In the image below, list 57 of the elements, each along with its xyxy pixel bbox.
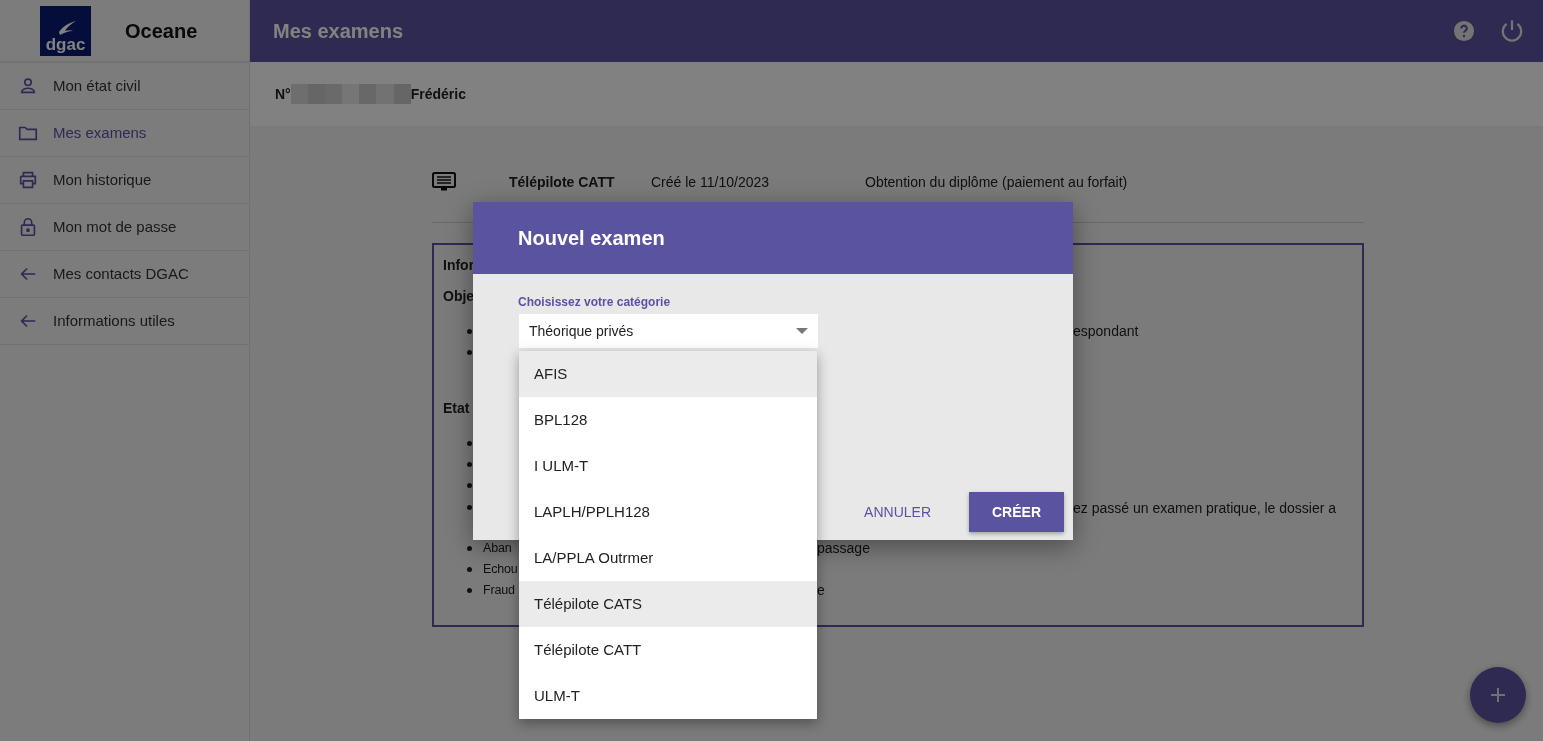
sidebar-item-label: Mon mot de passe bbox=[53, 216, 177, 237]
monitor-icon bbox=[432, 172, 456, 192]
sidebar-item-label: Mon historique bbox=[53, 169, 152, 190]
list-bullet bbox=[467, 588, 472, 593]
sidebar-item-label: Mes examens bbox=[53, 122, 147, 143]
info-text-fragment: Echou bbox=[483, 561, 519, 579]
plus-icon bbox=[1490, 687, 1506, 703]
menu-item[interactable]: AFIS bbox=[519, 351, 817, 397]
list-bullet bbox=[467, 350, 472, 355]
menu-item[interactable]: ULM-T bbox=[519, 673, 817, 719]
menu-item[interactable]: LA/PPLA Outrmer bbox=[519, 535, 817, 581]
menu-item[interactable]: Télépilote CATT bbox=[519, 627, 817, 673]
field-label: Choisissez votre catégorie bbox=[518, 294, 672, 311]
list-bullet bbox=[467, 441, 472, 446]
info-text-fragment: Etat bbox=[443, 399, 470, 418]
info-text-fragment: passage bbox=[817, 539, 870, 558]
cancel-button[interactable]: ANNULER bbox=[858, 500, 937, 524]
sidebar-item[interactable]: Informations utiles bbox=[0, 298, 249, 345]
sidebar-item[interactable]: Mon état civil bbox=[0, 63, 249, 110]
logo-text: dgac bbox=[45, 35, 86, 53]
exam-purpose: Obtention du diplôme (paiement au forfait) bbox=[865, 172, 1128, 192]
sidebar-item-label: Informations utiles bbox=[53, 310, 175, 331]
info-text-fragment: Obje bbox=[443, 287, 475, 306]
info-text-fragment: Fraud bbox=[483, 582, 516, 600]
info-text-fragment: Infor bbox=[443, 256, 475, 275]
list-bullet bbox=[467, 483, 472, 488]
dialog-title: Nouvel examen bbox=[473, 202, 1073, 274]
exam-date: Créé le 11/10/2023 bbox=[651, 172, 771, 192]
menu-item[interactable]: Télépilote CATS bbox=[519, 581, 817, 627]
sidebar-item[interactable]: Mon historique bbox=[0, 157, 249, 204]
caret-icon bbox=[796, 328, 808, 334]
list-bullet bbox=[467, 505, 472, 510]
list-bullet bbox=[467, 546, 472, 551]
info-text-fragment: espondant bbox=[1073, 322, 1139, 341]
menu-item[interactable]: BPL128 bbox=[519, 397, 817, 443]
sidebar-item-label: Mon état civil bbox=[53, 75, 141, 96]
help-icon[interactable] bbox=[1453, 20, 1475, 42]
info-text-fragment: ez passé un examen pratique, le dossier a bbox=[1073, 499, 1337, 518]
create-button[interactable]: CRÉER bbox=[969, 492, 1064, 532]
exam-name: Télépilote CATT bbox=[509, 172, 616, 192]
list-bullet bbox=[467, 329, 472, 334]
power-icon[interactable] bbox=[1499, 18, 1525, 44]
printer-icon bbox=[17, 169, 39, 191]
sidebar-item-label: Mes contacts DGAC bbox=[53, 263, 189, 284]
student-number-label: N° bbox=[275, 84, 291, 104]
sidebar-item[interactable]: Mes contacts DGAC bbox=[0, 251, 249, 298]
menu-item[interactable]: I ULM-T bbox=[519, 443, 817, 489]
info-text-fragment: e bbox=[817, 581, 825, 600]
page-title: Mes examens bbox=[273, 19, 404, 44]
app-name: Oceane bbox=[125, 18, 198, 44]
menu-item[interactable]: LAPLH/PPLH128 bbox=[519, 489, 817, 535]
student-name: Frédéric bbox=[410, 84, 466, 104]
category-select[interactable]: Théorique privés bbox=[519, 314, 818, 348]
list-bullet bbox=[467, 567, 472, 572]
info-text-fragment: Aban bbox=[483, 540, 513, 558]
list-bullet bbox=[467, 462, 472, 467]
sidebar-item[interactable]: Mon mot de passe bbox=[0, 204, 249, 251]
